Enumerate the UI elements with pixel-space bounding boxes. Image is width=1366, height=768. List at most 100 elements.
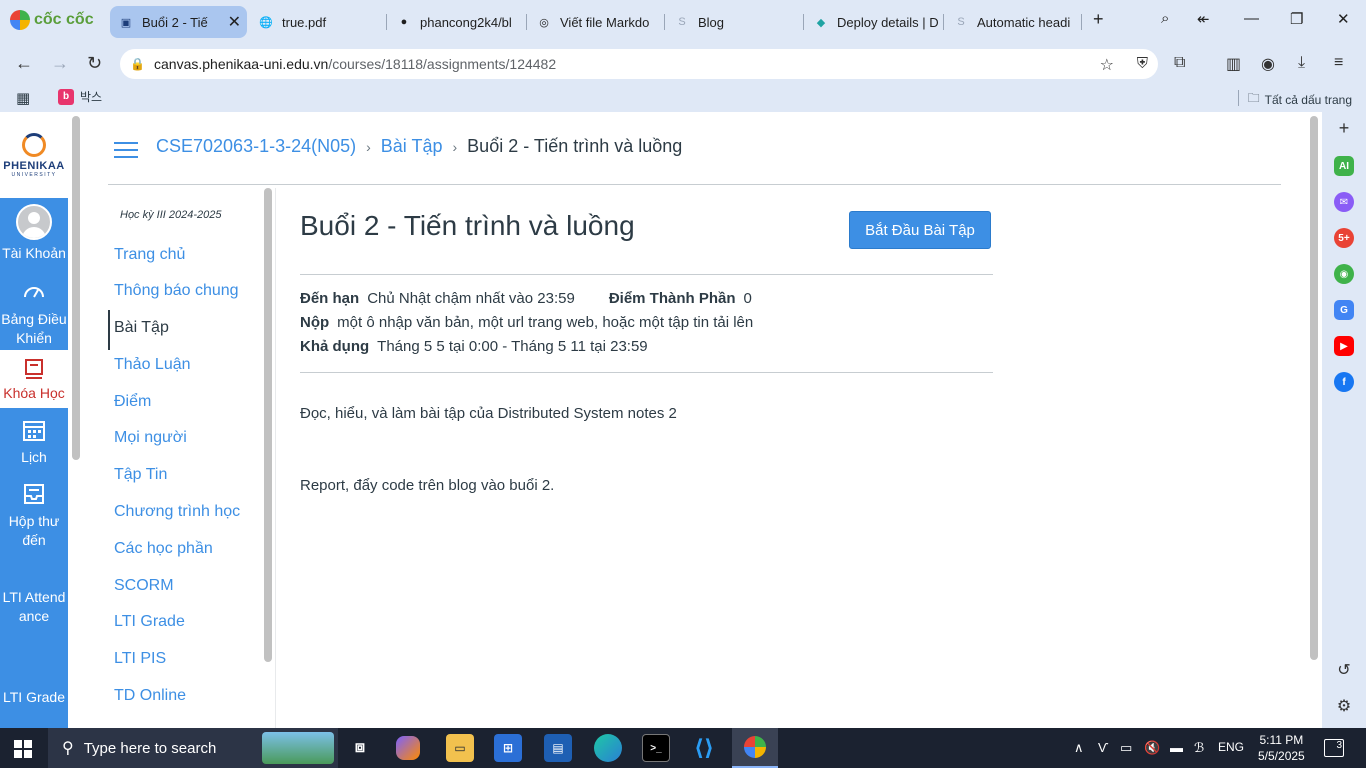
- browser-logo[interactable]: cốc cốc: [10, 10, 94, 30]
- all-bookmarks[interactable]: 🗀 Tất cả dấu trang: [1248, 89, 1352, 110]
- terminal-icon[interactable]: >_: [642, 734, 670, 762]
- university-logo[interactable]: PHENIKAA UNIVERSITY: [0, 112, 68, 198]
- global-nav-lti-grade[interactable]: LTI Grade: [0, 688, 68, 707]
- volume-muted-icon[interactable]: 🔇: [1144, 740, 1160, 756]
- global-nav-courses[interactable]: Khóa Học: [0, 350, 68, 408]
- course-menu-toggle-icon[interactable]: [114, 142, 138, 158]
- global-nav-lti-attendance[interactable]: LTI Attendance: [0, 588, 68, 626]
- course-nav-td-online[interactable]: TD Online: [114, 687, 186, 705]
- apps-grid-icon[interactable]: ▦: [16, 89, 30, 107]
- bookmark-star-icon[interactable]: ☆: [1100, 55, 1114, 75]
- details-divider-bottom: [300, 372, 993, 373]
- display-icon[interactable]: ▬: [1170, 740, 1183, 755]
- forward-icon[interactable]: →: [51, 53, 69, 74]
- course-nav-lti-grade[interactable]: LTI Grade: [114, 613, 185, 631]
- shield-icon[interactable]: ⛨: [1137, 55, 1148, 72]
- pen-icon[interactable]: Ѵ: [1098, 740, 1108, 755]
- youtube-icon[interactable]: ▶: [1334, 336, 1354, 356]
- sidebar-add-icon[interactable]: +: [1334, 118, 1354, 138]
- course-nav-lti-pis[interactable]: LTI PIS: [114, 650, 166, 668]
- tab-search-icon[interactable]: ⌕: [1161, 10, 1169, 27]
- reload-icon[interactable]: ↻: [87, 53, 102, 74]
- ai-assistant-icon[interactable]: AI: [1334, 156, 1354, 176]
- global-nav-scrollbar[interactable]: [72, 116, 80, 460]
- course-nav-home[interactable]: Trang chủ: [114, 246, 185, 264]
- tab-deploy[interactable]: ◆ Deploy details | D: [813, 6, 941, 38]
- course-nav-scorm[interactable]: SCORM: [114, 577, 174, 595]
- course-nav-people[interactable]: Mọi người: [114, 429, 187, 447]
- global-nav-dashboard[interactable]: Bảng Điều Khiển: [0, 278, 68, 348]
- tab-markdown[interactable]: ◎ Viết file Markdo: [536, 6, 658, 38]
- new-tab-icon[interactable]: +: [1093, 9, 1104, 30]
- bookmark-favicon-icon: b: [58, 88, 74, 105]
- battery-icon[interactable]: ▭: [1120, 740, 1132, 756]
- extensions-icon[interactable]: ⧉: [1174, 54, 1185, 72]
- task-view-icon[interactable]: ⧈: [346, 734, 374, 762]
- tab-true-pdf[interactable]: 🌐 true.pdf: [258, 6, 378, 38]
- history-icon[interactable]: ↺: [1334, 660, 1354, 680]
- coccoc-logo-icon: [10, 10, 30, 30]
- notification-icon[interactable]: 5+: [1334, 228, 1354, 248]
- download-icon[interactable]: ⤓: [1298, 54, 1305, 72]
- blog-icon: S: [957, 16, 965, 28]
- global-nav-inbox[interactable]: Hộp thư đến: [0, 480, 68, 550]
- available-label: Khả dụng: [300, 338, 370, 355]
- coccoc-taskbar-icon[interactable]: [732, 728, 778, 768]
- course-nav-announcements[interactable]: Thông báo chung: [114, 282, 239, 300]
- split-view-icon[interactable]: ▥: [1226, 54, 1241, 74]
- tab-github[interactable]: ● phancong2k4/bl: [396, 6, 518, 38]
- store-icon[interactable]: ⊞: [494, 734, 522, 762]
- chevron-right-icon: ›: [366, 138, 371, 155]
- browser-tab-bar: cốc cốc ▣ Buổi 2 - Tiế ✕ 🌐 true.pdf ● ph…: [0, 0, 1366, 44]
- start-assignment-button[interactable]: Bắt Đầu Bài Tập: [849, 211, 991, 249]
- breadcrumb-course[interactable]: CSE702063-1-3-24(N05): [156, 136, 356, 157]
- course-nav-syllabus[interactable]: Chương trình học: [114, 503, 240, 521]
- details-divider-top: [300, 274, 993, 275]
- vscode-icon[interactable]: ⟨⟩: [690, 734, 718, 762]
- file-explorer-icon[interactable]: ▭: [446, 734, 474, 762]
- windows-start-icon[interactable]: [14, 740, 32, 758]
- translate-icon[interactable]: G: [1334, 300, 1354, 320]
- copilot-icon[interactable]: [396, 736, 420, 760]
- edge-icon[interactable]: [594, 734, 622, 762]
- language-indicator[interactable]: ENG: [1218, 740, 1244, 754]
- notification-center-icon[interactable]: 3: [1324, 739, 1344, 757]
- tab-automatic-heading[interactable]: S Automatic headi: [953, 6, 1073, 38]
- minimize-icon[interactable]: —: [1244, 10, 1259, 27]
- maximize-icon[interactable]: ❐: [1290, 10, 1303, 28]
- window-close-icon[interactable]: ✕: [1337, 10, 1350, 28]
- ime-icon[interactable]: ℬ: [1194, 740, 1204, 756]
- back-icon[interactable]: ←: [15, 53, 33, 74]
- tab-blog[interactable]: S Blog: [674, 6, 794, 38]
- taskbar-search[interactable]: ⚲ Type here to search: [48, 728, 338, 768]
- profile-icon[interactable]: ◉: [1261, 54, 1275, 74]
- game-icon[interactable]: ◉: [1334, 264, 1354, 284]
- course-nav-files[interactable]: Tập Tin: [114, 466, 167, 484]
- courses-icon: [20, 356, 48, 384]
- messenger-icon[interactable]: ✉: [1334, 192, 1354, 212]
- back-history-icon[interactable]: ↞: [1197, 10, 1210, 28]
- global-nav-calendar[interactable]: Lịch: [0, 416, 68, 467]
- course-nav-scrollbar[interactable]: [264, 188, 272, 662]
- course-nav-modules[interactable]: Các học phần: [114, 540, 213, 558]
- course-nav-grades[interactable]: Điểm: [114, 393, 151, 411]
- address-bar[interactable]: 🔒 canvas.phenikaa-uni.edu.vn/courses/181…: [120, 49, 1158, 79]
- bookmark-item[interactable]: b 박스: [58, 88, 102, 105]
- tab-active[interactable]: ▣ Buổi 2 - Tiế ✕: [110, 6, 247, 38]
- breadcrumb-assignments[interactable]: Bài Tập: [381, 136, 443, 157]
- global-nav-account[interactable]: Tài Khoản: [0, 204, 68, 263]
- course-nav-assignments[interactable]: Bài Tập: [114, 319, 169, 337]
- dashboard-icon: [20, 278, 48, 306]
- close-icon[interactable]: ✕: [228, 12, 241, 32]
- clock[interactable]: 5:11 PM 5/5/2025: [1258, 732, 1305, 764]
- app-window-icon[interactable]: ▤: [544, 734, 572, 762]
- inbox-icon: [20, 480, 48, 508]
- menu-icon[interactable]: ≡: [1334, 54, 1343, 72]
- settings-icon[interactable]: ⚙: [1334, 696, 1354, 716]
- course-nav-discussions[interactable]: Thảo Luận: [114, 356, 191, 374]
- points-label: Điểm Thành Phần: [608, 290, 736, 307]
- facebook-icon[interactable]: f: [1334, 372, 1354, 392]
- lock-icon: 🔒: [130, 57, 145, 71]
- tray-overflow-icon[interactable]: ∧: [1074, 740, 1084, 756]
- page-scrollbar[interactable]: [1310, 116, 1318, 660]
